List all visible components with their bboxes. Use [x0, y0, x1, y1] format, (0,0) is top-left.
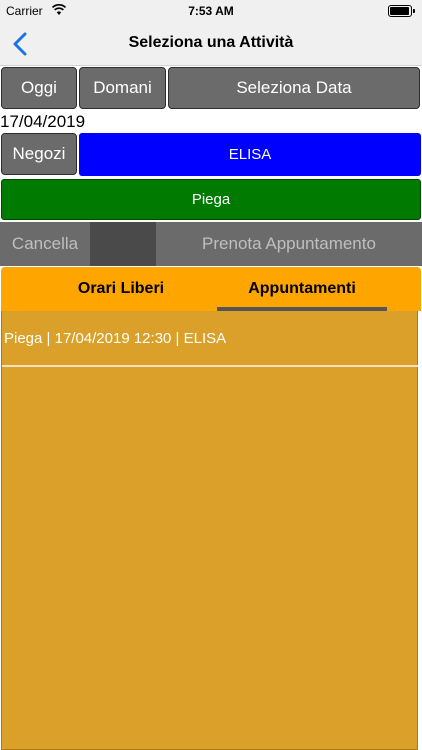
- status-bar: Carrier 7:53 AM: [0, 0, 422, 22]
- book-appointment-button[interactable]: Prenota Appuntamento: [156, 222, 422, 266]
- selected-shop-bar[interactable]: ELISA: [79, 133, 421, 176]
- battery-icon: [388, 5, 415, 17]
- tab-bar: Orari Liberi Appuntamenti: [1, 267, 421, 311]
- today-button[interactable]: Oggi: [1, 67, 77, 109]
- navigation-bar: Seleziona una Attività: [0, 22, 422, 66]
- tomorrow-button[interactable]: Domani: [79, 67, 166, 109]
- action-row: Cancella Prenota Appuntamento: [0, 222, 422, 266]
- selected-date-label: 17/04/2019: [0, 112, 86, 131]
- shops-button[interactable]: Negozi: [1, 133, 77, 175]
- clock-time: 7:53 AM: [188, 4, 234, 18]
- tab-appointments[interactable]: Appuntamenti: [217, 267, 387, 311]
- cancel-button[interactable]: Cancella: [0, 222, 90, 266]
- list-item[interactable]: Piega | 17/04/2019 12:30 | ELISA: [2, 311, 418, 367]
- page-title: Seleziona una Attività: [128, 34, 294, 51]
- action-divider: [90, 222, 156, 266]
- appointments-list: Piega | 17/04/2019 12:30 | ELISA: [1, 311, 418, 750]
- selected-activity-bar[interactable]: Piega: [1, 179, 421, 220]
- screen: Carrier 7:53 AM Seleziona una Attività O…: [0, 0, 422, 750]
- tab-free-slots[interactable]: Orari Liberi: [27, 267, 215, 311]
- select-date-button[interactable]: Seleziona Data: [168, 67, 420, 109]
